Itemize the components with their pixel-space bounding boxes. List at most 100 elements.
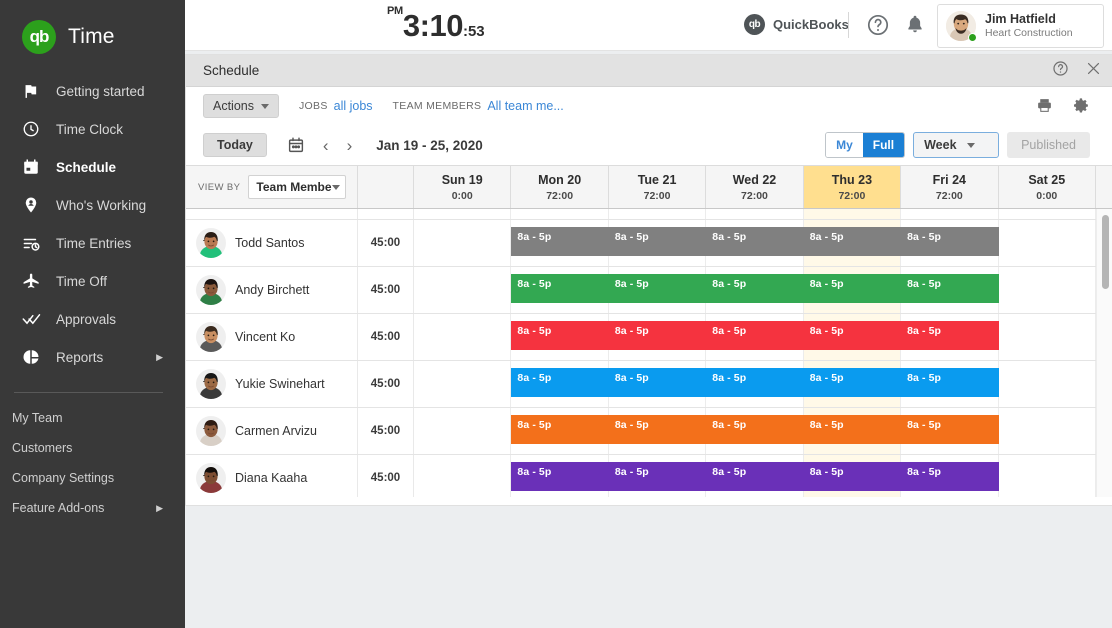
prev-week-button[interactable]: ‹ [323,137,329,154]
printer-icon[interactable] [1036,97,1053,119]
sidebar-item-getting-started[interactable]: Getting started [0,72,185,110]
day-header-mon[interactable]: Mon 20 72:00 [511,166,608,208]
schedule-cell[interactable]: 8a - 5p [609,361,706,407]
schedule-cell[interactable] [706,209,803,219]
schedule-cell[interactable]: 8a - 5p [511,220,608,266]
member-cell[interactable]: Todd Santos [186,220,358,266]
schedule-cell[interactable]: 8a - 5p [706,220,803,266]
member-cell[interactable]: Yukie Swinehart [186,361,358,407]
day-header-sun[interactable]: Sun 19 0:00 [414,166,511,208]
shift-block[interactable]: 8a - 5p [511,321,608,350]
shift-block[interactable]: 8a - 5p [706,227,803,256]
schedule-cell[interactable]: 8a - 5p [804,455,901,497]
calendar-icon[interactable] [287,136,305,154]
shift-block[interactable]: 8a - 5p [609,227,706,256]
shift-block[interactable]: 8a - 5p [609,462,706,491]
brand[interactable]: qb Time [0,0,185,58]
day-header-fri[interactable]: Fri 24 72:00 [901,166,998,208]
schedule-cell[interactable]: 8a - 5p [706,314,803,360]
schedule-cell[interactable]: 8a - 5p [609,314,706,360]
schedule-cell[interactable]: 8a - 5p [901,267,998,313]
schedule-cell[interactable] [414,220,511,266]
schedule-cell[interactable] [414,361,511,407]
schedule-cell[interactable]: 8a - 5p [609,220,706,266]
schedule-cell[interactable]: 8a - 5p [511,267,608,313]
schedule-cell[interactable] [511,209,608,219]
day-header-tue[interactable]: Tue 21 72:00 [609,166,706,208]
view-full-button[interactable]: Full [863,133,904,157]
shift-block[interactable]: 8a - 5p [901,415,998,444]
schedule-cell[interactable]: 8a - 5p [901,220,998,266]
sidebar-item-company-settings[interactable]: Company Settings [0,463,185,493]
next-week-button[interactable]: › [347,137,353,154]
schedule-cell[interactable]: 8a - 5p [609,408,706,454]
schedule-cell[interactable]: 8a - 5p [804,220,901,266]
member-cell[interactable]: Diana Kaaha [186,455,358,497]
schedule-cell[interactable]: 8a - 5p [804,314,901,360]
schedule-cell[interactable] [999,314,1096,360]
shift-block[interactable]: 8a - 5p [706,415,803,444]
team-members-filter[interactable]: TEAM MEMBERS All team me... [393,99,564,113]
schedule-cell[interactable]: 8a - 5p [609,267,706,313]
team-members-value[interactable]: All team me... [487,99,563,113]
actions-button[interactable]: Actions [203,94,279,118]
schedule-cell[interactable]: 8a - 5p [706,361,803,407]
schedule-cell[interactable]: 8a - 5p [804,408,901,454]
schedule-cell[interactable] [414,209,511,219]
shift-block[interactable]: 8a - 5p [706,462,803,491]
schedule-cell[interactable]: 8a - 5p [901,455,998,497]
user-account-button[interactable]: Jim Hatfield Heart Construction [937,4,1104,48]
shift-block[interactable]: 8a - 5p [511,368,608,397]
schedule-cell[interactable]: 8a - 5p [901,314,998,360]
shift-block[interactable]: 8a - 5p [511,415,608,444]
close-icon[interactable] [1085,60,1102,82]
shift-block[interactable]: 8a - 5p [804,274,901,303]
today-button[interactable]: Today [203,133,267,157]
schedule-cell[interactable] [414,455,511,497]
sidebar-item-my-team[interactable]: My Team [0,403,185,433]
sidebar-item-schedule[interactable]: Schedule [0,148,185,186]
shift-block[interactable]: 8a - 5p [901,227,998,256]
sidebar-item-approvals[interactable]: Approvals [0,300,185,338]
quickbooks-link[interactable]: qb QuickBooks [744,14,849,35]
day-header-thu[interactable]: Thu 23 72:00 [804,166,901,208]
schedule-cell[interactable]: 8a - 5p [706,455,803,497]
day-header-sat[interactable]: Sat 25 0:00 [999,166,1096,208]
sidebar-item-time-entries[interactable]: Time Entries [0,224,185,262]
jobs-filter[interactable]: JOBS all jobs [299,99,373,113]
member-cell[interactable]: Andy Birchett [186,267,358,313]
schedule-cell[interactable]: 8a - 5p [901,361,998,407]
shift-block[interactable]: 8a - 5p [901,274,998,303]
sidebar-item-customers[interactable]: Customers [0,433,185,463]
view-my-button[interactable]: My [826,133,863,157]
shift-block[interactable]: 8a - 5p [609,274,706,303]
schedule-cell[interactable]: 8a - 5p [706,267,803,313]
question-circle-icon[interactable] [1052,60,1069,82]
schedule-cell[interactable] [414,267,511,313]
shift-block[interactable]: 8a - 5p [901,368,998,397]
sidebar-item-time-off[interactable]: Time Off [0,262,185,300]
schedule-cell[interactable] [414,408,511,454]
schedule-cell[interactable]: 8a - 5p [511,455,608,497]
schedule-cell[interactable] [804,209,901,219]
shift-block[interactable]: 8a - 5p [901,321,998,350]
gear-icon[interactable] [1073,97,1090,119]
jobs-value[interactable]: all jobs [334,99,373,113]
period-select[interactable]: Week [913,132,999,158]
sidebar-item-feature-add-ons[interactable]: Feature Add-ons ▶ [0,493,185,523]
schedule-cell[interactable]: 8a - 5p [706,408,803,454]
member-cell[interactable]: Vincent Ko [186,314,358,360]
sidebar-item-whos-working[interactable]: Who's Working [0,186,185,224]
member-cell[interactable]: Carmen Arvizu [186,408,358,454]
shift-block[interactable]: 8a - 5p [609,368,706,397]
shift-block[interactable]: 8a - 5p [706,274,803,303]
schedule-cell[interactable] [999,220,1096,266]
notification-bell-icon[interactable] [904,13,926,40]
shift-block[interactable]: 8a - 5p [804,462,901,491]
schedule-cell[interactable]: 8a - 5p [511,314,608,360]
shift-block[interactable]: 8a - 5p [804,415,901,444]
shift-block[interactable]: 8a - 5p [609,321,706,350]
schedule-cell[interactable] [609,209,706,219]
schedule-cell[interactable] [999,408,1096,454]
schedule-cell[interactable]: 8a - 5p [804,361,901,407]
